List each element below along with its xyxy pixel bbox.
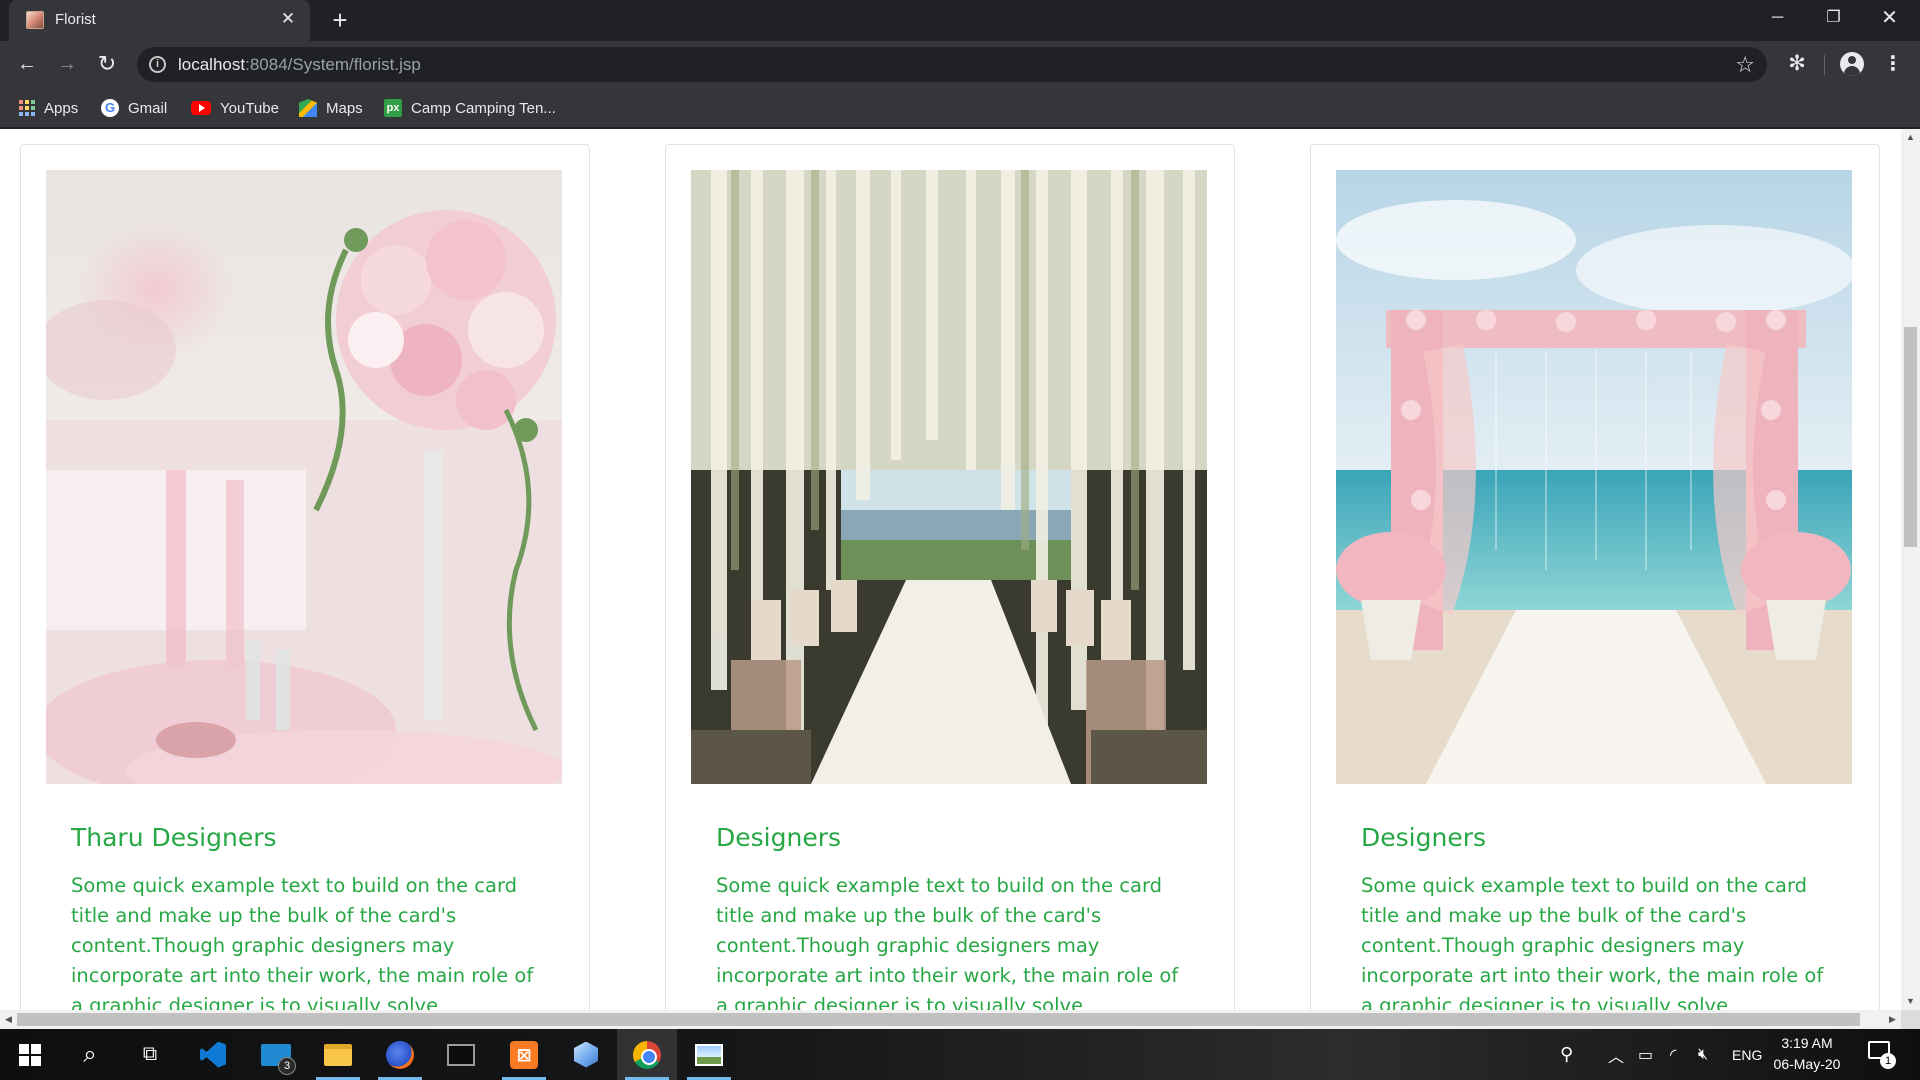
wifi-icon[interactable]: ◜ — [1670, 1029, 1676, 1080]
mail-app-icon[interactable]: 3 — [246, 1029, 306, 1080]
designer-card: Designers Some quick example text to bui… — [1310, 144, 1880, 1010]
photos-icon[interactable] — [679, 1029, 739, 1080]
designer-card: Tharu Designers Some quick example text … — [20, 144, 590, 1010]
start-button[interactable] — [0, 1029, 60, 1080]
card-text: Some quick example text to build on the … — [1361, 874, 1824, 1010]
notification-badge: 1 — [1880, 1053, 1896, 1069]
chrome-icon[interactable] — [617, 1029, 677, 1080]
bookmarks-bar: Apps G Gmail YouTube Maps px Camp Campin… — [0, 88, 1920, 128]
command-prompt-icon[interactable] — [431, 1029, 491, 1080]
chrome-menu-icon[interactable]: ⋮ — [1880, 51, 1906, 77]
bookmark-label: YouTube — [220, 99, 279, 117]
clock-time: 3:19 AM — [1781, 1035, 1833, 1051]
site-info-icon[interactable]: i — [149, 56, 166, 73]
url-path: :8084/System/florist.jsp — [245, 55, 421, 74]
bookmark-label: Maps — [326, 99, 363, 117]
windows-logo-icon — [19, 1043, 41, 1066]
beach-flower-arch-image — [1336, 170, 1852, 784]
show-hidden-icons-chevron-icon[interactable]: ︿ — [1608, 1029, 1624, 1080]
volume-muted-icon[interactable]: 🔇︎ — [1698, 1029, 1708, 1080]
bookmark-camp-camping[interactable]: px Camp Camping Ten... — [384, 96, 556, 120]
close-window-button[interactable]: ✕ — [1862, 0, 1917, 36]
scroll-down-arrow-icon[interactable]: ▼ — [1901, 993, 1920, 1010]
google-icon: G — [101, 99, 119, 117]
apps-icon — [19, 100, 35, 116]
people-icon[interactable]: ⚲ — [1560, 1029, 1573, 1080]
taskbar: ⌕ ⧉ 3 ⊠ ⚲ ︿ ▭ ◜ 🔇︎ ENG 3:19 AM 06-May-20… — [0, 1029, 1920, 1080]
bookmark-apps[interactable]: Apps — [19, 96, 78, 120]
toolbar-divider — [1824, 55, 1825, 75]
bookmark-star-icon[interactable]: ☆ — [1735, 52, 1755, 78]
card-text: Some quick example text to build on the … — [716, 874, 1179, 1010]
system-clock[interactable]: 3:19 AM 06-May-20 — [1764, 1033, 1850, 1075]
search-icon[interactable]: ⌕ — [60, 1029, 120, 1080]
scroll-right-arrow-icon[interactable]: ▶ — [1884, 1010, 1901, 1029]
task-view-icon[interactable]: ⧉ — [120, 1029, 180, 1080]
language-indicator[interactable]: ENG — [1732, 1029, 1762, 1080]
vertical-scroll-thumb[interactable] — [1904, 327, 1917, 547]
reload-button[interactable]: ↻ — [92, 49, 122, 79]
page-viewport: Tharu Designers Some quick example text … — [0, 129, 1901, 1010]
back-button[interactable]: ← — [12, 49, 42, 79]
card-title: Designers — [1361, 823, 1486, 852]
clock-date: 06-May-20 — [1773, 1056, 1841, 1072]
px-icon: px — [384, 99, 402, 117]
maps-icon — [299, 99, 317, 117]
tab-title: Florist — [55, 11, 96, 28]
bookmark-label: Camp Camping Ten... — [411, 99, 556, 117]
scroll-corner — [1901, 1010, 1920, 1029]
horizontal-scroll-thumb[interactable] — [17, 1013, 1860, 1026]
wedding-table-flowers-image — [46, 170, 562, 784]
tab-florist[interactable]: Florist ✕ — [9, 0, 310, 41]
restore-button[interactable]: ❐ — [1806, 0, 1861, 36]
tab-strip: Florist ✕ + ─ ❐ ✕ — [0, 0, 1920, 41]
profile-avatar-icon[interactable] — [1840, 52, 1864, 76]
address-bar[interactable]: i localhost:8084/System/florist.jsp ☆ — [137, 47, 1767, 82]
bookmark-maps[interactable]: Maps — [299, 96, 363, 120]
bookmark-youtube[interactable]: YouTube — [191, 96, 279, 120]
bookmark-label: Apps — [44, 99, 79, 117]
cube-app-icon[interactable] — [556, 1029, 616, 1080]
vertical-scrollbar[interactable]: ▲ ▼ — [1901, 129, 1920, 1010]
bookmark-gmail[interactable]: G Gmail — [101, 96, 167, 120]
mail-badge: 3 — [278, 1057, 296, 1075]
card-title: Designers — [716, 823, 841, 852]
bookmark-label: Gmail — [128, 99, 168, 117]
vscode-icon[interactable] — [183, 1029, 243, 1080]
extension-icon[interactable]: ✻ — [1784, 51, 1810, 77]
url-host: localhost — [178, 55, 246, 74]
minimize-button[interactable]: ─ — [1750, 0, 1805, 36]
scroll-up-arrow-icon[interactable]: ▲ — [1901, 129, 1920, 146]
action-center-icon[interactable]: 1 — [1868, 1041, 1896, 1069]
horizontal-scrollbar[interactable]: ◀ ▶ — [0, 1010, 1901, 1029]
forward-button[interactable]: → — [52, 49, 82, 79]
url-text[interactable]: localhost:8084/System/florist.jsp — [178, 55, 421, 75]
file-explorer-icon[interactable] — [308, 1029, 368, 1080]
battery-icon[interactable]: ▭ — [1638, 1029, 1653, 1080]
scroll-left-arrow-icon[interactable]: ◀ — [0, 1010, 17, 1029]
florist-favicon-icon — [26, 11, 44, 29]
youtube-icon — [191, 101, 211, 115]
browser-toolbar: ← → ↻ i localhost:8084/System/florist.js… — [0, 41, 1920, 88]
firefox-icon[interactable] — [370, 1029, 430, 1080]
wisteria-aisle-image — [691, 170, 1207, 784]
close-tab-icon[interactable]: ✕ — [277, 8, 299, 30]
card-title: Tharu Designers — [71, 823, 277, 852]
card-text: Some quick example text to build on the … — [71, 874, 534, 1010]
designer-card: Designers Some quick example text to bui… — [665, 144, 1235, 1010]
new-tab-button[interactable]: + — [325, 6, 355, 36]
xampp-icon[interactable]: ⊠ — [494, 1029, 554, 1080]
